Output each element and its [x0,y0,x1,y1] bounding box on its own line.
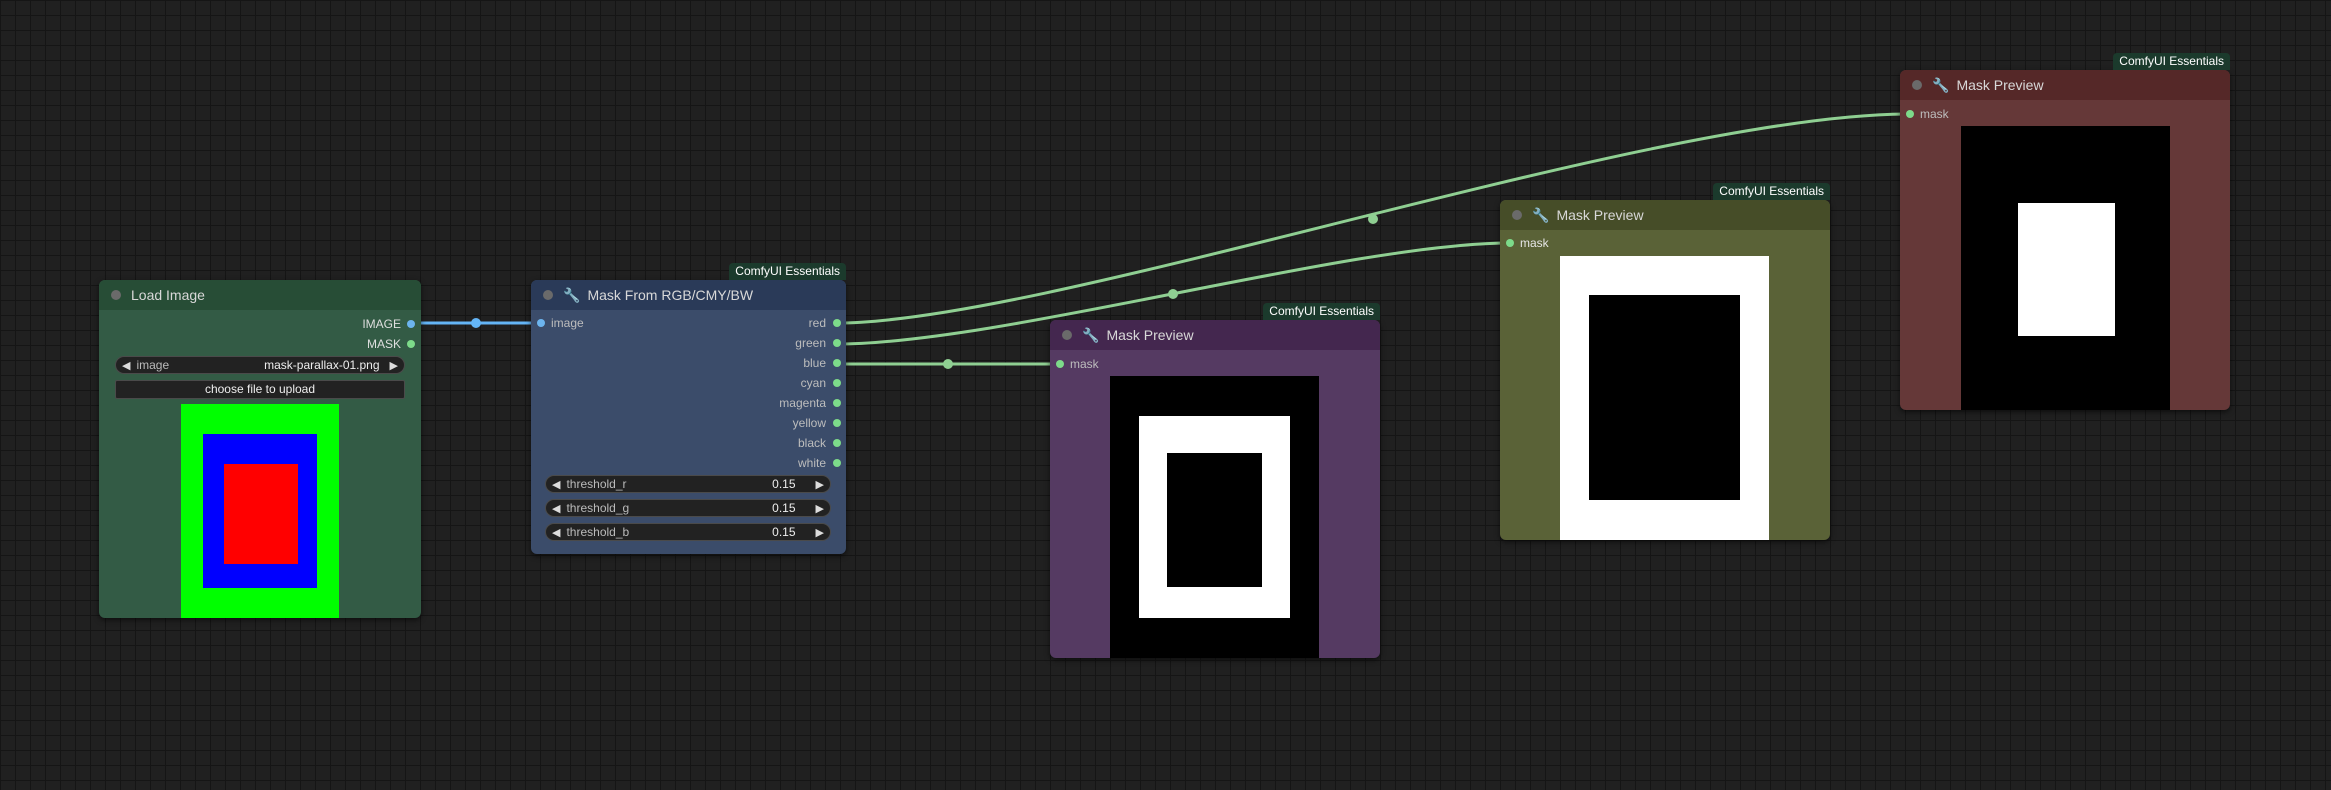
wire-image-midpoint[interactable] [471,318,481,328]
mask-white-ring [1139,416,1290,618]
image-preview [181,404,339,618]
output-magenta-socket[interactable] [833,399,841,407]
wrench-icon: 🔧 [1082,326,1100,343]
wire-blue-midpoint[interactable] [943,359,953,369]
output-mask-socket[interactable] [407,340,415,348]
mask-preview-image [1560,256,1769,540]
input-mask-label: mask [1920,107,1949,121]
widget-value: mask-parallax-01.png [264,358,380,372]
output-red-socket[interactable] [833,319,841,327]
mask-from-rgb-title-bar[interactable]: 🔧 Mask From RGB/CMY/BW [531,280,846,310]
node-title: Load Image [131,287,205,303]
mask-black-center [1589,295,1740,500]
mask-preview-image [1110,376,1319,658]
output-blue-label: blue [803,356,826,370]
collapse-dot[interactable] [111,290,121,300]
node-badge: ComfyUI Essentials [1263,303,1380,320]
arrow-right-icon[interactable]: ▶ [384,359,404,372]
preview-blue-region [203,434,317,588]
arrow-right-icon[interactable]: ▶ [810,502,830,515]
threshold-b-widget[interactable]: ◀ threshold_b 0.15 ▶ [545,523,831,541]
output-green-label: green [795,336,826,350]
node-title: Mask Preview [1106,327,1194,343]
widget-value: 0.15 [772,477,796,491]
arrow-right-icon[interactable]: ▶ [810,526,830,539]
arrow-left-icon[interactable]: ◀ [546,478,566,491]
preview-red-region [224,464,298,564]
collapse-dot[interactable] [1512,210,1522,220]
upload-button[interactable]: choose file to upload [115,380,405,399]
wrench-icon: 🔧 [1932,76,1950,93]
widget-name: image [136,358,170,372]
node-title: Mask From RGB/CMY/BW [587,287,754,303]
mask-preview-image [1961,126,2170,410]
output-cyan-label: cyan [800,376,826,390]
input-mask-socket[interactable] [1056,360,1064,368]
widget-name: threshold_g [566,501,630,515]
output-blue-socket[interactable] [833,359,841,367]
input-mask-socket[interactable] [1506,239,1514,247]
widget-value: 0.15 [772,525,796,539]
node-badge: ComfyUI Essentials [1713,183,1830,200]
output-cyan-socket[interactable] [833,379,841,387]
mask-preview-red-node[interactable]: ComfyUI Essentials 🔧 Mask Preview mask [1900,53,2230,410]
input-mask-socket[interactable] [1906,110,1914,118]
output-black-label: black [797,436,826,450]
output-white-label: white [797,456,826,470]
node-badge: ComfyUI Essentials [2113,53,2230,70]
threshold-r-widget[interactable]: ◀ threshold_r 0.15 ▶ [545,475,831,493]
load-image-node[interactable]: Load Image IMAGE MASK ◀ image mask-paral… [99,280,421,618]
input-mask-label: mask [1070,357,1099,371]
mask-preview-blue-node[interactable]: ComfyUI Essentials 🔧 Mask Preview mask [1050,303,1380,658]
output-image-label: IMAGE [362,317,401,331]
wire-red-midpoint[interactable] [1368,214,1378,224]
output-white-socket[interactable] [833,459,841,467]
arrow-right-icon[interactable]: ▶ [810,478,830,491]
image-select-widget[interactable]: ◀ image mask-parallax-01.png ▶ [115,356,405,374]
output-yellow-socket[interactable] [833,419,841,427]
arrow-left-icon[interactable]: ◀ [546,526,566,539]
mask-preview-title-bar[interactable]: 🔧 Mask Preview [1500,200,1830,230]
wrench-icon: 🔧 [1532,206,1550,223]
output-yellow-label: yellow [792,416,826,430]
widget-name: threshold_r [566,477,627,491]
mask-preview-title-bar[interactable]: 🔧 Mask Preview [1050,320,1380,350]
wrench-icon: 🔧 [563,286,581,303]
mask-black-center [1167,453,1262,587]
threshold-g-widget[interactable]: ◀ threshold_g 0.15 ▶ [545,499,831,517]
output-green-socket[interactable] [833,339,841,347]
mask-white-center [2018,203,2115,336]
collapse-dot[interactable] [543,290,553,300]
input-image-socket[interactable] [537,319,545,327]
node-title: Mask Preview [1556,207,1644,223]
input-image-label: image [551,316,584,330]
load-image-title-bar[interactable]: Load Image [99,280,421,310]
wire-green-midpoint[interactable] [1168,289,1178,299]
collapse-dot[interactable] [1912,80,1922,90]
output-magenta-label: magenta [779,396,826,410]
collapse-dot[interactable] [1062,330,1072,340]
output-black-socket[interactable] [833,439,841,447]
output-red-label: red [808,316,826,330]
mask-preview-green-node[interactable]: ComfyUI Essentials 🔧 Mask Preview mask [1500,183,1830,540]
node-badge: ComfyUI Essentials [729,263,846,280]
mask-from-rgb-node[interactable]: ComfyUI Essentials 🔧 Mask From RGB/CMY/B… [531,263,846,554]
node-title: Mask Preview [1956,77,2044,93]
arrow-left-icon[interactable]: ◀ [116,359,136,372]
widget-value: 0.15 [772,501,796,515]
arrow-left-icon[interactable]: ◀ [546,502,566,515]
mask-preview-title-bar[interactable]: 🔧 Mask Preview [1900,70,2230,100]
widget-name: threshold_b [566,525,630,539]
output-image-socket[interactable] [407,320,415,328]
output-mask-label: MASK [366,337,401,351]
input-mask-label: mask [1520,236,1549,250]
